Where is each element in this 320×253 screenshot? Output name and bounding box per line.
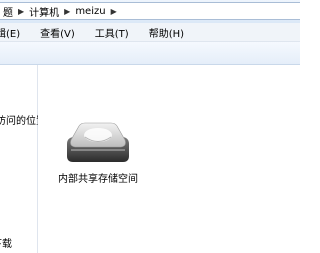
address-bar[interactable]: 题 ▶ 计算机 ▶ meizu ▶ (0, 0, 300, 23)
file-list: 内部共享存储空间 (38, 65, 300, 253)
breadcrumb-item-meizu[interactable]: meizu (72, 6, 108, 17)
breadcrumb-item-parent[interactable]: 题 (0, 4, 16, 19)
menu-bar: 辑(E) 查看(V) 工具(T) 帮助(H) (0, 23, 300, 42)
breadcrumb-separator-icon[interactable]: ▶ (109, 7, 119, 16)
menu-tools[interactable]: 工具(T) (93, 25, 137, 40)
menu-view[interactable]: 查看(V) (38, 25, 83, 40)
breadcrumb-item-computer[interactable]: 计算机 (26, 4, 62, 19)
breadcrumb-separator-icon[interactable]: ▶ (62, 7, 72, 16)
menu-help[interactable]: 帮助(H) (147, 25, 192, 40)
navigation-pane: 近访问的位置 下载 (0, 65, 46, 253)
menu-edit[interactable]: 辑(E) (0, 25, 28, 40)
drive-label[interactable]: 内部共享存储空间 (58, 170, 138, 185)
breadcrumb[interactable]: 题 ▶ 计算机 ▶ meizu ▶ (0, 2, 300, 20)
storage-drive-item[interactable]: 内部共享存储空间 (58, 120, 138, 185)
nav-item-downloads[interactable]: 下载 (0, 235, 12, 250)
removable-drive-icon (67, 122, 129, 162)
breadcrumb-separator-icon[interactable]: ▶ (16, 7, 26, 16)
command-toolbar (0, 42, 300, 65)
